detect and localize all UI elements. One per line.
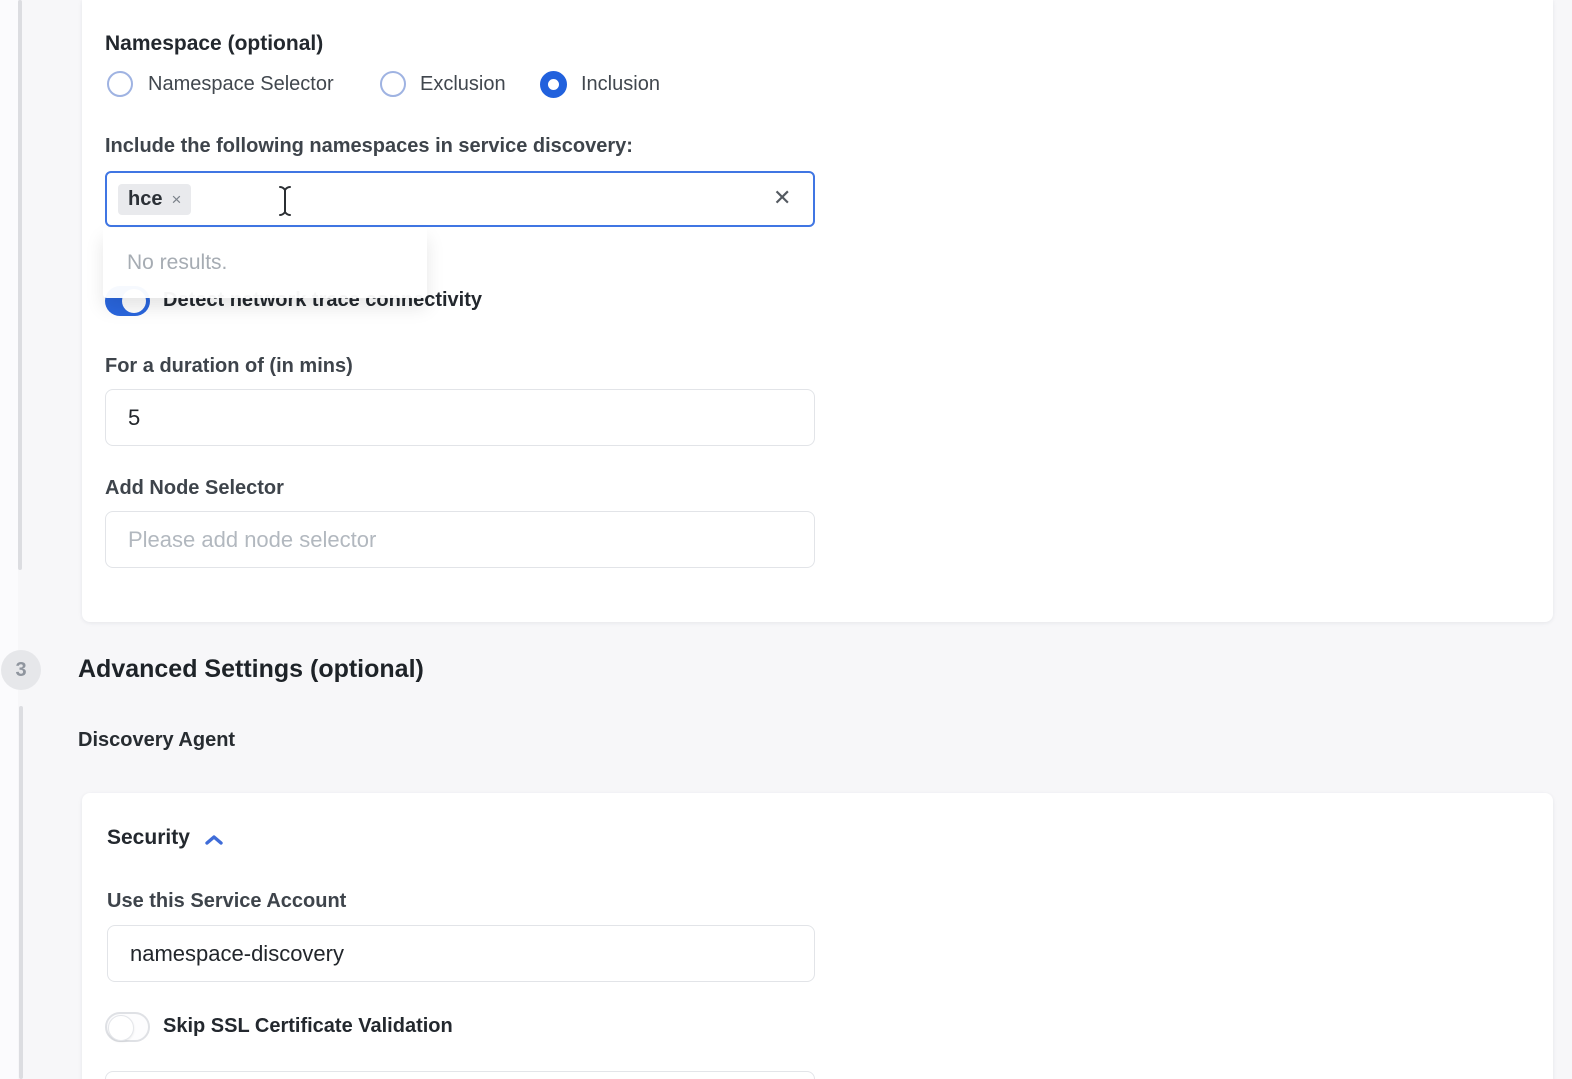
service-account-input[interactable]: [107, 925, 815, 982]
security-section-header[interactable]: Security: [107, 826, 224, 850]
step-3-badge: 3: [1, 650, 41, 690]
skip-ssl-label: Skip SSL Certificate Validation: [163, 1015, 453, 1038]
skip-ssl-toggle[interactable]: [105, 1012, 150, 1042]
security-heading: Security: [107, 826, 190, 850]
radio-namespace-selector-label[interactable]: Namespace Selector: [148, 73, 334, 96]
chip-remove-icon[interactable]: ×: [171, 190, 181, 210]
radio-exclusion[interactable]: [380, 71, 406, 97]
page-left-margin: [0, 0, 18, 1079]
node-selector-label: Add Node Selector: [105, 477, 284, 500]
chevron-up-icon: [204, 834, 224, 846]
service-discovery-form: Namespace (optional) Namespace Selector …: [0, 0, 1572, 1079]
namespaces-tag-input[interactable]: [105, 171, 815, 227]
node-selector-input[interactable]: [105, 511, 815, 568]
namespace-suggestions-dropdown: No results.: [103, 228, 427, 298]
stepper-connector-line-top: [18, 0, 22, 570]
stepper-connector-line-bottom: [19, 706, 23, 1079]
clear-all-tags-icon[interactable]: ✕: [773, 185, 791, 211]
no-results-message: No results.: [103, 228, 427, 275]
service-account-label: Use this Service Account: [107, 890, 346, 913]
radio-inclusion-label[interactable]: Inclusion: [581, 73, 660, 96]
namespace-tag-chip[interactable]: hce ×: [118, 184, 191, 215]
radio-namespace-selector[interactable]: [107, 71, 133, 97]
toggle-knob: [108, 1015, 134, 1041]
radio-exclusion-label[interactable]: Exclusion: [420, 73, 506, 96]
advanced-settings-heading: Advanced Settings (optional): [78, 655, 424, 684]
duration-input[interactable]: [105, 389, 815, 446]
discovery-agent-subheading: Discovery Agent: [78, 729, 235, 752]
radio-inclusion[interactable]: [540, 71, 567, 98]
include-namespaces-label: Include the following namespaces in serv…: [105, 135, 633, 158]
namespace-tag-text: hce: [128, 188, 162, 211]
next-field-cutoff[interactable]: [105, 1071, 815, 1079]
duration-label: For a duration of (in mins): [105, 355, 353, 378]
namespace-heading: Namespace (optional): [105, 32, 323, 56]
text-cursor-icon: [277, 185, 293, 217]
